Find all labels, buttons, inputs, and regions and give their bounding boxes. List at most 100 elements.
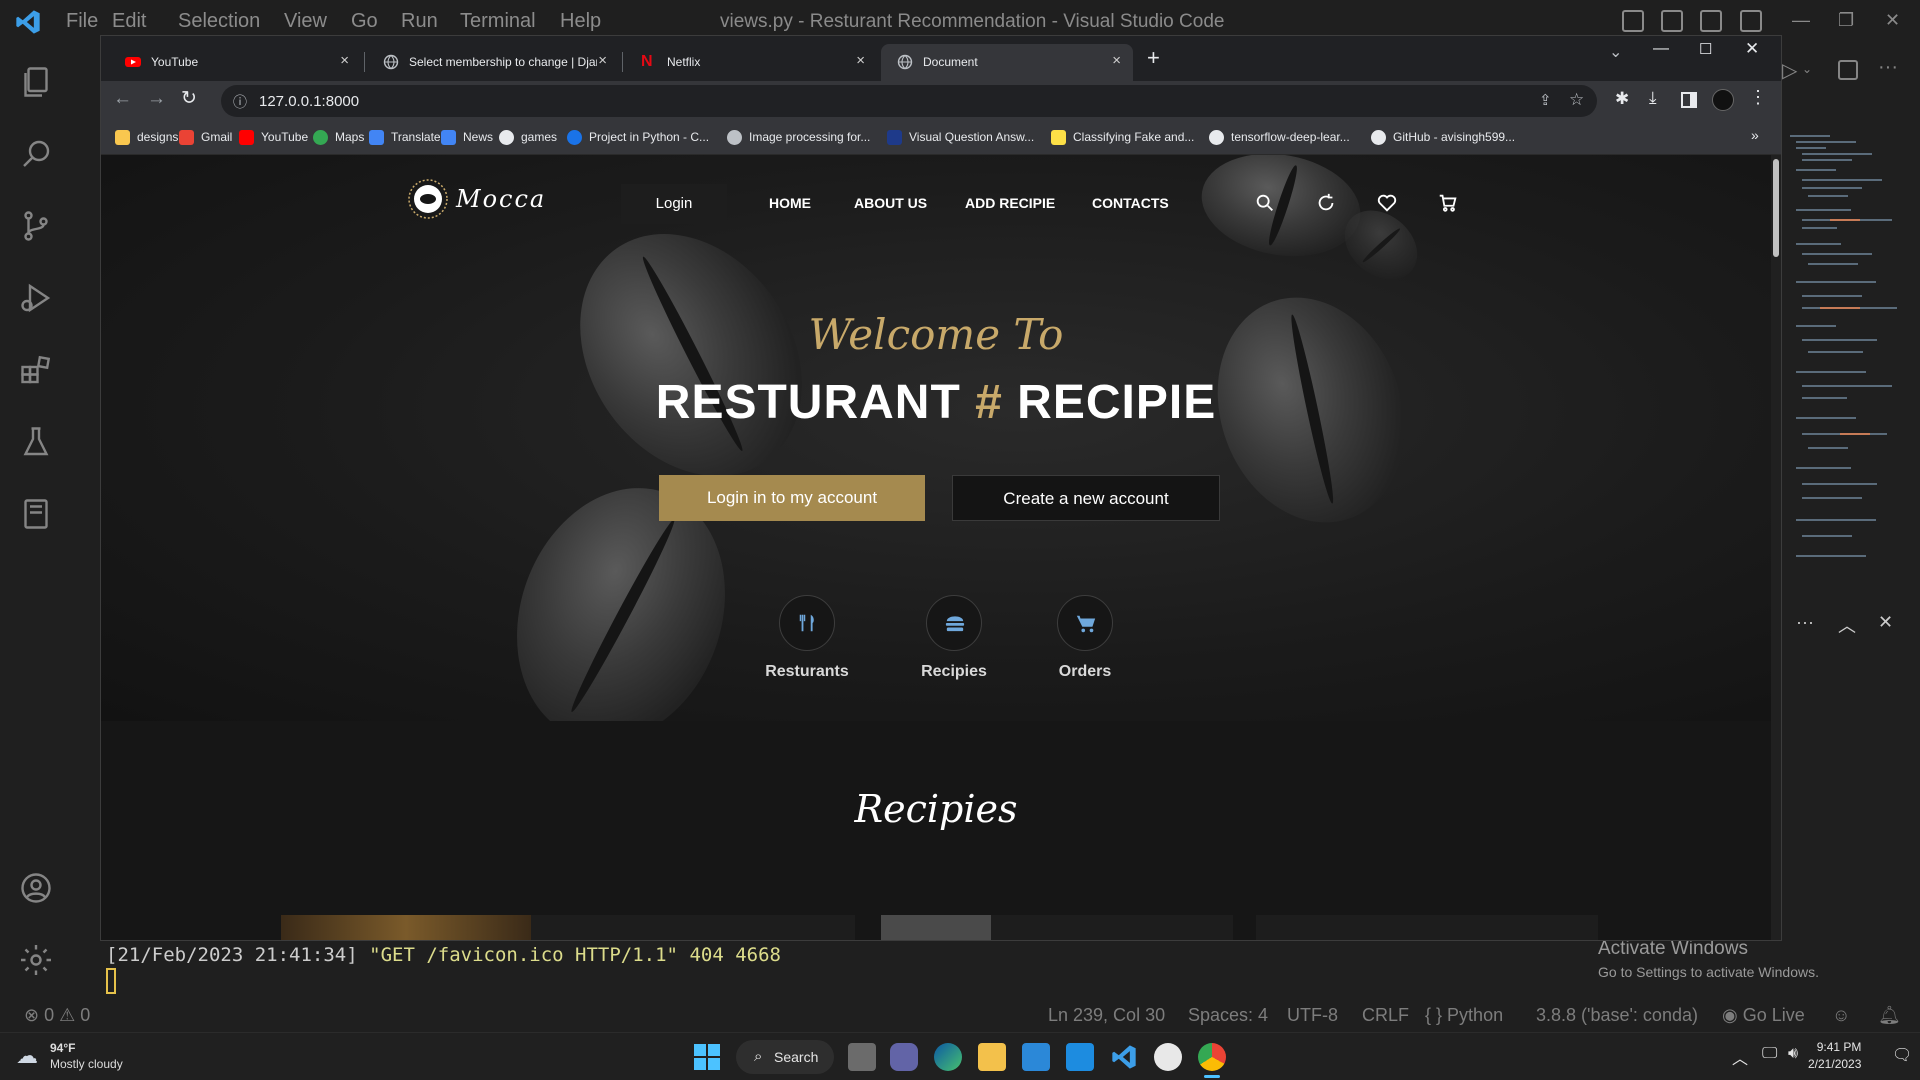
more-bookmarks-icon[interactable]: » [1751, 127, 1759, 143]
bookmark-vqa[interactable]: Visual Question Answ... [887, 130, 1034, 146]
tab-netflix[interactable]: N Netflix × [625, 44, 877, 81]
line-ending[interactable]: CRLF [1362, 1005, 1409, 1026]
bookmark-maps[interactable]: Maps [313, 130, 364, 146]
teams-chat-icon[interactable] [890, 1043, 918, 1071]
menu-edit[interactable]: Edit [112, 10, 146, 33]
notifications-bell-icon[interactable]: 🔔︎ [1878, 1005, 1901, 1026]
back-icon[interactable]: ← [113, 88, 132, 110]
tab-search-icon[interactable]: ⌄ [1609, 42, 1622, 62]
search-icon[interactable] [18, 136, 54, 172]
chrome-taskbar-icon[interactable] [1198, 1043, 1226, 1071]
minimap[interactable] [1790, 135, 1900, 595]
menu-file[interactable]: File [66, 10, 98, 33]
language-mode[interactable]: { } Python [1425, 1005, 1503, 1026]
new-tab-button[interactable]: + [1147, 45, 1160, 71]
menu-help[interactable]: Help [560, 10, 601, 33]
show-hidden-icons-icon[interactable]: ︿ [1732, 1045, 1748, 1069]
bookmark-translate[interactable]: Translate [369, 130, 441, 146]
vscode-taskbar-icon[interactable] [1110, 1043, 1138, 1071]
run-debug-icon[interactable] [18, 280, 54, 316]
taskbar-search[interactable]: ⌕ Search [736, 1040, 834, 1074]
extensions-puzzle-icon[interactable]: ✱ [1615, 89, 1629, 109]
microsoft-store-icon[interactable] [1022, 1043, 1050, 1071]
close-tab-icon[interactable]: × [856, 52, 865, 69]
tab-django-admin[interactable]: Select membership to change | Djan × [367, 44, 619, 81]
accounts-icon[interactable] [18, 870, 54, 906]
mail-icon[interactable] [1066, 1043, 1094, 1071]
chevron-down-icon[interactable]: ⌄ [1802, 62, 1812, 76]
maximize-icon[interactable]: ❐ [1838, 10, 1854, 31]
bookmark-github-avisingh[interactable]: GitHub - avisingh599... [1371, 130, 1515, 146]
bookmark-gmail[interactable]: Gmail [179, 130, 232, 146]
testing-icon[interactable] [18, 424, 54, 460]
task-view-icon[interactable] [848, 1043, 876, 1071]
cursor-position[interactable]: Ln 239, Col 30 [1048, 1005, 1165, 1026]
download-icon[interactable]: ⤓ [1649, 88, 1657, 108]
nav-about-us[interactable]: ABOUT US [854, 195, 927, 211]
menu-go[interactable]: Go [351, 10, 378, 33]
menu-terminal[interactable]: Terminal [460, 10, 536, 33]
anaconda-icon[interactable] [1154, 1043, 1182, 1071]
forward-icon[interactable]: → [147, 88, 166, 110]
notifications-icon[interactable]: 🗨︎ [1892, 1045, 1912, 1065]
close-icon[interactable]: ✕ [1885, 10, 1900, 31]
nav-add-recipie[interactable]: ADD RECIPIE [965, 195, 1055, 211]
encoding[interactable]: UTF-8 [1287, 1005, 1338, 1026]
network-icon[interactable]: 🖵︎ [1762, 1045, 1777, 1063]
indentation[interactable]: Spaces: 4 [1188, 1005, 1268, 1026]
file-explorer-icon[interactable] [978, 1043, 1006, 1071]
recipe-card[interactable] [1256, 915, 1598, 940]
windows-start-icon[interactable] [694, 1044, 720, 1070]
side-panel-icon[interactable] [1681, 92, 1697, 108]
split-editor-icon[interactable] [1838, 60, 1858, 80]
bookmark-tensorflow[interactable]: tensorflow-deep-lear... [1209, 130, 1350, 146]
problems-status[interactable]: ⊗ 0 ⚠ 0 [24, 1005, 90, 1026]
login-account-button[interactable]: Login in to my account [659, 475, 925, 521]
nav-home[interactable]: HOME [769, 195, 811, 211]
bookmark-youtube[interactable]: YouTube [239, 130, 308, 146]
toggle-sidebar-icon[interactable] [1622, 10, 1644, 32]
menu-selection[interactable]: Selection [178, 10, 260, 33]
volume-icon[interactable]: 🔊︎ [1788, 1045, 1798, 1063]
bookmark-star-icon[interactable]: ☆ [1569, 90, 1584, 110]
recipe-card[interactable] [881, 915, 1233, 940]
heart-icon[interactable] [1376, 192, 1398, 214]
extensions-icon[interactable] [18, 352, 54, 388]
system-clock[interactable]: 9:41 PM 2/21/2023 [1808, 1040, 1861, 1071]
scrollbar-thumb[interactable] [1773, 159, 1779, 257]
profile-avatar[interactable] [1712, 89, 1734, 111]
toggle-panel-icon[interactable] [1661, 10, 1683, 32]
reload-icon[interactable]: ↻ [181, 87, 197, 110]
tab-document-active[interactable]: Document × [881, 44, 1133, 81]
chrome-minimize-icon[interactable]: — [1653, 40, 1669, 58]
share-icon[interactable]: ⇪ [1539, 91, 1552, 109]
tab-youtube[interactable]: YouTube × [109, 44, 361, 81]
close-tab-icon[interactable]: × [598, 52, 607, 69]
bookmark-project-python[interactable]: Project in Python - C... [567, 130, 709, 146]
bookmark-image-processing[interactable]: Image processing for... [727, 130, 870, 146]
site-info-icon[interactable]: ⓘ [233, 92, 247, 112]
bookmark-classifying-fake[interactable]: Classifying Fake and... [1051, 130, 1194, 146]
chrome-close-icon[interactable]: ✕ [1745, 39, 1759, 59]
bookmark-news[interactable]: News [441, 130, 493, 146]
page-scrollbar[interactable] [1771, 155, 1781, 940]
create-account-button[interactable]: Create a new account [952, 475, 1220, 521]
close-tab-icon[interactable]: × [1112, 52, 1121, 69]
chrome-maximize-icon[interactable]: ☐ [1699, 40, 1712, 58]
customize-layout-icon[interactable] [1740, 10, 1762, 32]
bookmark-designs[interactable]: designs [115, 130, 178, 146]
recipe-card[interactable] [281, 915, 855, 940]
edge-browser-icon[interactable] [934, 1043, 962, 1071]
menu-view[interactable]: View [284, 10, 327, 33]
toggle-secondary-sidebar-icon[interactable] [1700, 10, 1722, 32]
address-bar[interactable]: ⓘ 127.0.0.1:8000 ⇪ ☆ [221, 85, 1597, 117]
cart-icon[interactable] [1437, 192, 1459, 214]
explorer-icon[interactable] [18, 64, 54, 100]
notebook-icon[interactable] [18, 496, 54, 532]
feedback-icon[interactable]: ☺ [1832, 1005, 1850, 1026]
go-live-button[interactable]: ◉ Go Live [1722, 1005, 1805, 1026]
login-link[interactable]: Login [621, 184, 727, 224]
source-control-icon[interactable] [18, 208, 54, 244]
run-file-icon[interactable]: ▷ [1782, 58, 1797, 83]
minimize-icon[interactable]: — [1792, 10, 1810, 31]
